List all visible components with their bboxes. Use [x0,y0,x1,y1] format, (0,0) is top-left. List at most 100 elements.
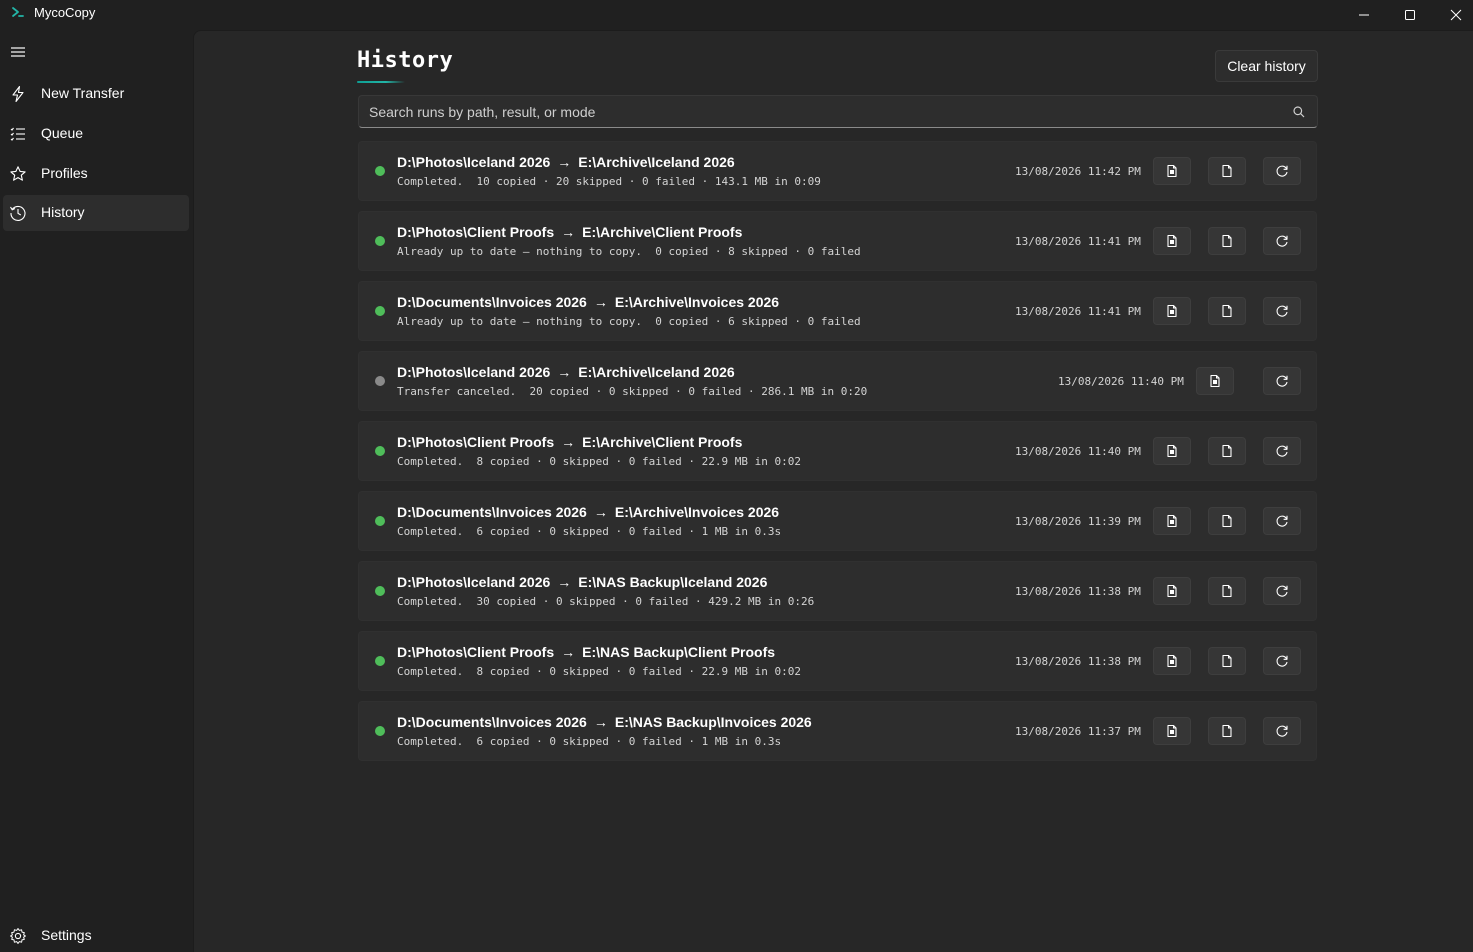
open-log-button[interactable] [1208,437,1246,465]
history-row[interactable]: D:\Documents\Invoices 2026 → E:\Archive\In… [358,491,1317,551]
history-row[interactable]: D:\Documents\Invoices 2026 → E:\NAS Backup… [358,701,1317,761]
rerun-button[interactable] [1263,367,1301,395]
rerun-icon [1275,164,1289,178]
open-log-button[interactable] [1208,577,1246,605]
rerun-icon [1275,654,1289,668]
source-path: D:\Documents\Invoices 2026 [397,294,587,310]
destination-path: E:\NAS Backup\Invoices 2026 [614,714,812,730]
run-summary: Completed. 6 copied · 0 skipped · 0 fail… [397,525,782,538]
history-row[interactable]: D:\Photos\Iceland 2026 → E:\Archive\Icelan… [358,141,1317,201]
app-logo-icon [12,7,24,17]
open-report-button[interactable] [1153,647,1191,675]
log-file-icon [1220,164,1234,178]
status-dot [375,446,385,456]
run-timestamp: 13/08/2026 11:39 PM [1015,515,1141,528]
report-icon [1165,514,1179,528]
history-row[interactable]: D:\Photos\Client Proofs → E:\Archive\Clien… [358,421,1317,481]
run-summary: Completed. 10 copied · 20 skipped · 0 fa… [397,175,821,188]
rerun-button[interactable] [1263,437,1301,465]
history-row[interactable]: D:\Photos\Client Proofs → E:\NAS Backup\Cl… [358,631,1317,691]
rerun-button[interactable] [1263,157,1301,185]
sidebar-item-history[interactable]: History [3,195,189,231]
run-path: D:\Photos\Client Proofs → E:\Archive\Clien… [397,434,742,450]
open-log-button[interactable] [1208,297,1246,325]
run-timestamp: 13/08/2026 11:42 PM [1015,165,1141,178]
run-summary: Completed. 6 copied · 0 skipped · 0 fail… [397,735,782,748]
log-file-icon [1220,234,1234,248]
sidebar: New Transfer Queue Profiles History Sett… [0,30,193,952]
report-icon [1165,444,1179,458]
rerun-button[interactable] [1263,507,1301,535]
run-path: D:\Documents\Invoices 2026 → E:\NAS Backup… [397,714,812,730]
log-file-icon [1220,304,1234,318]
rerun-icon [1275,234,1289,248]
status-dot [375,306,385,316]
maximize-button[interactable] [1387,0,1433,30]
arrow-icon: → [561,434,576,450]
open-report-button[interactable] [1153,227,1191,255]
run-timestamp: 13/08/2026 11:40 PM [1058,375,1184,388]
sidebar-item-profiles[interactable]: Profiles [3,156,189,192]
search-input[interactable]: Search runs by path, result, or mode [358,95,1318,128]
rerun-button[interactable] [1263,297,1301,325]
run-timestamp: 13/08/2026 11:41 PM [1015,235,1141,248]
destination-path: E:\Archive\Client Proofs [582,434,743,450]
title-underline [357,81,405,83]
status-dot [375,516,385,526]
open-report-button[interactable] [1153,507,1191,535]
rerun-button[interactable] [1263,577,1301,605]
minimize-button[interactable] [1341,0,1387,30]
close-button[interactable] [1433,0,1473,30]
open-report-button[interactable] [1153,297,1191,325]
destination-path: E:\Archive\Iceland 2026 [578,154,735,170]
run-path: D:\Photos\Iceland 2026 → E:\Archive\Icelan… [397,154,735,170]
run-path: D:\Documents\Invoices 2026 → E:\Archive\In… [397,504,779,520]
open-log-button[interactable] [1208,507,1246,535]
clear-history-button[interactable]: Clear history [1215,50,1318,82]
source-path: D:\Photos\Client Proofs [397,644,555,660]
menu-toggle-button[interactable] [4,38,32,66]
sidebar-item-new-transfer[interactable]: New Transfer [3,76,189,112]
run-timestamp: 13/08/2026 11:38 PM [1015,585,1141,598]
history-row[interactable]: D:\Photos\Iceland 2026 → E:\Archive\Icelan… [358,351,1317,411]
rerun-button[interactable] [1263,227,1301,255]
rerun-icon [1275,444,1289,458]
rerun-button[interactable] [1263,717,1301,745]
app-title: MycoCopy [34,5,96,20]
run-path: D:\Documents\Invoices 2026 → E:\Archive\In… [397,294,779,310]
run-summary: Already up to date — nothing to copy. 0 … [397,245,861,258]
history-row[interactable]: D:\Photos\Client Proofs → E:\Archive\Clien… [358,211,1317,271]
run-timestamp: 13/08/2026 11:41 PM [1015,305,1141,318]
status-dot [375,376,385,386]
open-report-button[interactable] [1153,437,1191,465]
source-path: D:\Photos\Iceland 2026 [397,154,551,170]
open-log-button[interactable] [1208,227,1246,255]
open-report-button[interactable] [1196,367,1234,395]
search-icon[interactable] [1292,105,1306,119]
report-icon [1208,374,1222,388]
report-icon [1165,164,1179,178]
source-path: D:\Documents\Invoices 2026 [397,714,587,730]
open-log-button[interactable] [1208,717,1246,745]
rerun-button[interactable] [1263,647,1301,675]
arrow-icon: → [593,294,608,310]
open-report-button[interactable] [1153,717,1191,745]
open-report-button[interactable] [1153,157,1191,185]
open-log-button[interactable] [1208,157,1246,185]
sidebar-item-label: Profiles [41,165,88,181]
arrow-icon: → [593,714,608,730]
history-row[interactable]: D:\Photos\Iceland 2026 → E:\NAS Backup\Ice… [358,561,1317,621]
open-report-button[interactable] [1153,577,1191,605]
source-path: D:\Photos\Iceland 2026 [397,364,551,380]
sidebar-item-queue[interactable]: Queue [3,116,189,152]
history-row[interactable]: D:\Documents\Invoices 2026 → E:\Archive\In… [358,281,1317,341]
maximize-icon [1405,10,1415,20]
sidebar-item-settings[interactable]: Settings [3,918,189,952]
run-summary: Transfer canceled. 20 copied · 0 skipped… [397,385,868,398]
source-path: D:\Photos\Client Proofs [397,434,555,450]
open-log-button[interactable] [1208,647,1246,675]
source-path: D:\Photos\Client Proofs [397,224,555,240]
sidebar-item-label: History [41,204,85,220]
source-path: D:\Photos\Iceland 2026 [397,574,551,590]
report-icon [1165,304,1179,318]
